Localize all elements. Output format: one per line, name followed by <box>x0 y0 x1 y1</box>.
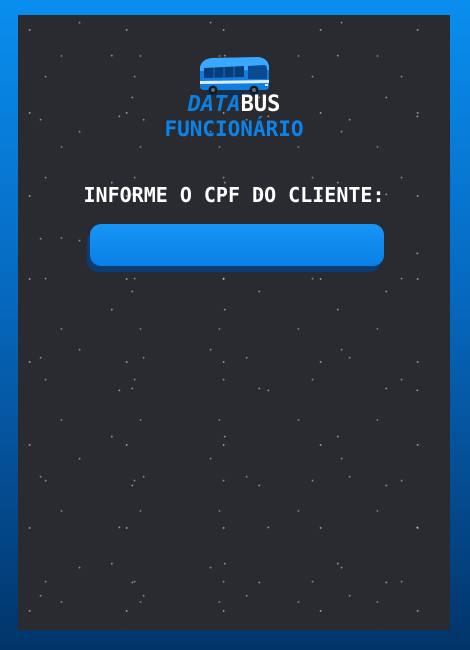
brand-subtitle: FUNCIONÁRIO <box>164 117 304 141</box>
brand-bus-text: BUS <box>240 92 281 117</box>
cpf-input[interactable] <box>90 224 384 266</box>
cpf-prompt-label: INFORME O CPF DO CLIENTE: <box>83 183 385 207</box>
logo: DATABUS FUNCIONÁRIO <box>18 53 450 141</box>
main-panel: DATABUS FUNCIONÁRIO INFORME O CPF DO CLI… <box>18 15 450 630</box>
brand-title: DATABUS <box>18 93 450 117</box>
brand-data-text: DATA <box>187 92 241 117</box>
bus-icon <box>200 57 269 97</box>
